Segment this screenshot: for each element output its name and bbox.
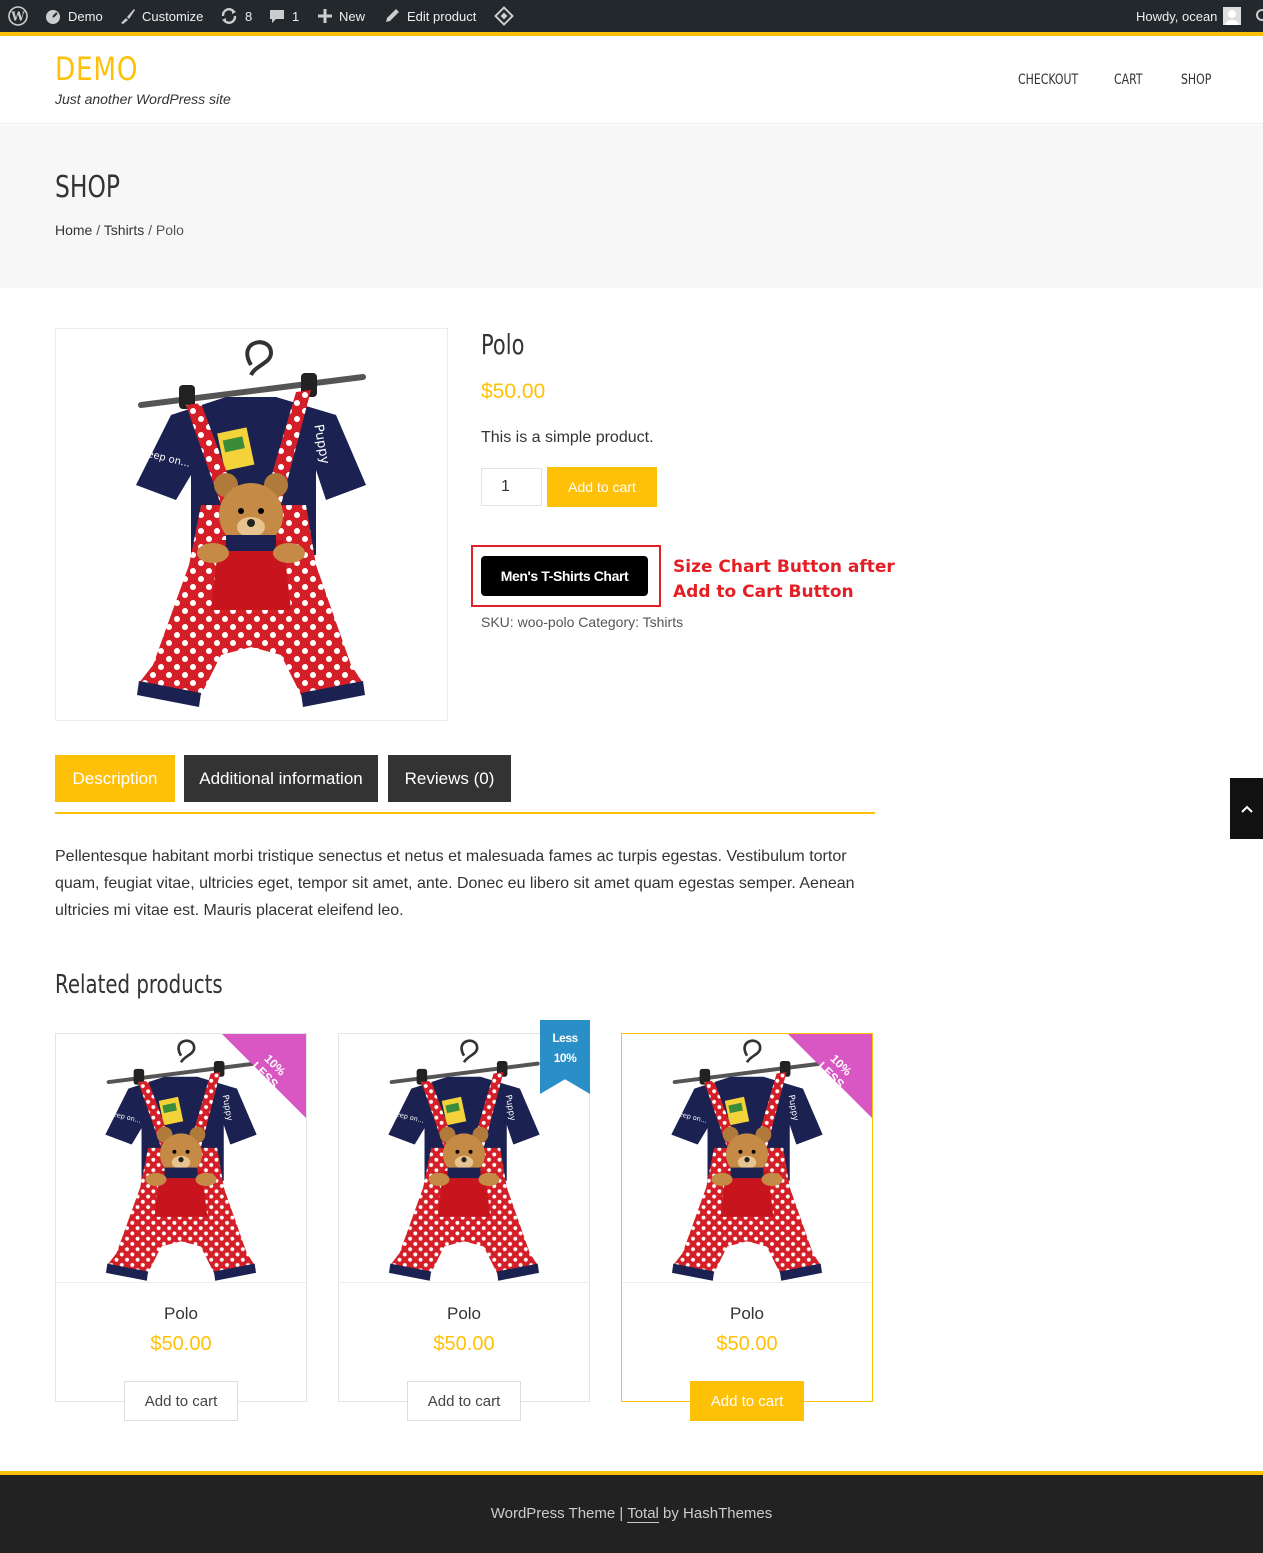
admin-account-menu[interactable]: Howdy, ocean [1136, 0, 1242, 32]
sku-value: woo-polo [517, 614, 575, 630]
related-add-to-cart-button[interactable]: Add to cart [407, 1381, 521, 1421]
quantity-input[interactable] [481, 468, 542, 506]
related-product-name[interactable]: Polo [622, 1304, 872, 1324]
product-image[interactable] [55, 328, 448, 721]
footer-credit: WordPress Theme | Total by HashThemes [0, 1505, 1263, 1523]
page-title-band: SHOP Home / Tshirts / Polo [0, 125, 1263, 288]
avatar [1223, 7, 1242, 25]
dashboard-icon [46, 10, 60, 24]
related-product-name[interactable]: Polo [339, 1304, 589, 1324]
annotation-line-2: Add to Cart Button [673, 582, 854, 602]
related-product-price: $50.00 [150, 1333, 212, 1355]
admin-edit-product-link[interactable]: Edit product [383, 0, 476, 32]
admin-greeting: Howdy, ocean [1136, 8, 1218, 24]
site-logo[interactable]: DEMO [55, 50, 138, 88]
related-product-card[interactable]: 10% LESS Polo $50.00 Add to cart [621, 1033, 873, 1421]
admin-comments-link[interactable]: 1 [268, 0, 299, 32]
sale-badge-line-2: 10% [553, 1051, 577, 1065]
sale-badge-line-1: Less [552, 1031, 578, 1045]
site-header: DEMO Just another WordPress site CHECKOU… [0, 36, 1263, 124]
category-link[interactable]: Tshirts [643, 614, 683, 630]
related-product-card[interactable]: Less 10% Polo $50.00 Add to cart [338, 1020, 590, 1421]
add-to-cart-button[interactable]: Add to cart [547, 467, 657, 507]
product-meta: SKU: woo-polo Category: Tshirts [481, 614, 683, 630]
sku-label: SKU: [481, 614, 514, 630]
admin-site-link[interactable]: Demo [44, 0, 103, 32]
related-product-name[interactable]: Polo [56, 1304, 306, 1324]
breadcrumb-separator: / [92, 222, 104, 238]
scroll-to-top-button[interactable] [1230, 778, 1263, 839]
page-title: SHOP [55, 170, 120, 205]
admin-new-link[interactable]: New [317, 0, 365, 32]
tab-reviews[interactable]: Reviews (0) [388, 755, 511, 802]
size-chart-button[interactable]: Men's T-Shirts Chart [481, 556, 648, 596]
breadcrumb-category[interactable]: Tshirts [104, 222, 144, 238]
site-tagline: Just another WordPress site [55, 91, 231, 107]
annotation-line-1: Size Chart Button after [673, 557, 895, 577]
breadcrumb-separator: / [144, 222, 156, 238]
comment-icon [270, 10, 284, 23]
related-product-price: $50.00 [433, 1333, 495, 1355]
admin-edit-product-label: Edit product [407, 8, 477, 24]
related-product-card[interactable]: 10% LESS Polo $50.00 Add to cart [55, 1033, 307, 1421]
tab-description[interactable]: Description [55, 755, 175, 802]
related-add-to-cart-button[interactable]: Add to cart [124, 1381, 238, 1421]
diamond-icon[interactable] [493, 0, 515, 32]
sale-badge: 10% LESS [222, 1034, 306, 1118]
product-short-description: This is a simple product. [481, 429, 654, 446]
nav-item-checkout[interactable]: CHECKOUT [1018, 72, 1078, 88]
updates-icon [221, 8, 237, 24]
breadcrumb: Home / Tshirts / Polo [55, 222, 184, 238]
nav-item-shop[interactable]: SHOP [1181, 72, 1211, 88]
admin-comments-count: 1 [292, 8, 300, 24]
svg-text:W: W [10, 10, 25, 24]
nav-item-cart[interactable]: CART [1114, 72, 1143, 88]
related-product-price: $50.00 [716, 1333, 778, 1355]
admin-site-label: Demo [68, 8, 103, 24]
admin-updates-link[interactable]: 8 [219, 0, 252, 32]
product-title: Polo [481, 328, 525, 361]
sale-badge: Less 10% [540, 1020, 590, 1094]
annotation-text: Size Chart Button after Add to Cart Butt… [673, 555, 895, 605]
sale-badge: 10% LESS [788, 1034, 872, 1118]
pencil-icon [386, 9, 399, 22]
related-products-title: Related products [55, 970, 223, 1000]
admin-customize-label: Customize [142, 8, 204, 24]
site-footer: WordPress Theme | Total by HashThemes [0, 1475, 1263, 1553]
plus-icon [318, 9, 332, 23]
admin-bar: W Demo Customize 8 1 New Edit product Ho… [0, 0, 1263, 32]
tabs-underline [55, 812, 875, 814]
admin-updates-count: 8 [245, 8, 253, 24]
related-add-to-cart-button[interactable]: Add to cart [690, 1381, 804, 1421]
search-icon[interactable] [1254, 0, 1263, 32]
product-price: $50.00 [481, 380, 546, 403]
footer-theme-link[interactable]: Total [627, 1505, 659, 1523]
chevron-up-icon [1240, 805, 1253, 813]
breadcrumb-current: Polo [155, 222, 184, 238]
category-label: Category: [578, 614, 639, 630]
wordpress-logo-icon[interactable]: W [8, 0, 28, 32]
brush-icon [121, 9, 135, 24]
admin-new-label: New [339, 8, 366, 24]
footer-suffix: by HashThemes [658, 1505, 773, 1522]
breadcrumb-home[interactable]: Home [55, 222, 92, 238]
tab-additional-information[interactable]: Additional information [184, 755, 378, 802]
product-description: Pellentesque habitant morbi tristique se… [55, 848, 855, 919]
admin-customize-link[interactable]: Customize [118, 0, 203, 32]
footer-prefix: WordPress Theme | [490, 1505, 628, 1522]
